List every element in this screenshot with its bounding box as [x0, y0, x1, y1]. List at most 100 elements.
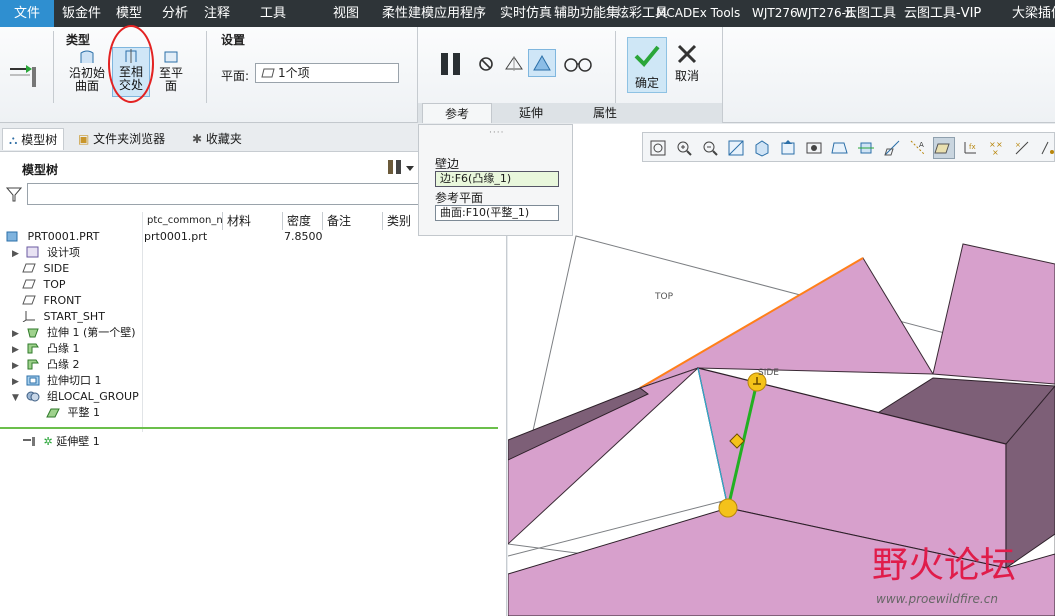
graphics-area[interactable]: TOP SIDE 野火论坛 www.proewildfire.cn [508, 124, 1055, 616]
wall-edge-collector[interactable]: 边:F6(凸缘_1) [435, 171, 559, 187]
tab-properties[interactable]: 属性 [570, 103, 640, 123]
tree-item-label: 延伸壁 1 [56, 435, 100, 448]
datum-plane-icon [22, 295, 36, 305]
close-icon [677, 44, 697, 64]
twisty-icon[interactable]: ▶ [12, 374, 22, 390]
tab-folder-browser[interactable]: ▣ 文件夹浏览器 [78, 128, 165, 150]
menu-beam-plugin[interactable]: 大梁插件 [1012, 0, 1055, 27]
svg-text:fx: fx [969, 143, 976, 151]
plane-reference-value: 1个项 [278, 66, 310, 80]
geometry-preview-icon[interactable] [503, 53, 525, 75]
feature-preview-toggle[interactable] [528, 49, 556, 77]
menu-view[interactable]: 视图 [333, 0, 359, 27]
twisty-icon[interactable]: ▶ [12, 342, 22, 358]
tree-item-label: 拉伸 1 (第一个壁) [47, 326, 136, 339]
display-style-icon[interactable] [753, 139, 771, 157]
more-tools-icon[interactable] [1039, 139, 1055, 157]
no-preview-icon[interactable] [477, 55, 495, 73]
insert-here-line [0, 427, 498, 429]
tree-item-flange-1[interactable]: ▶ 凸缘 1 [12, 341, 80, 357]
view-manager-icon[interactable] [805, 139, 823, 157]
model-view [508, 235, 1055, 616]
menu-tools[interactable]: 工具 [260, 0, 286, 27]
extend-to-plane-button[interactable]: 至平 面 [156, 49, 186, 93]
extend-to-initial-surface-button[interactable]: 沿初始 曲面 [66, 49, 108, 93]
annotation-display-icon[interactable] [857, 139, 875, 157]
tree-item-part-label: PRT0001.PRT [27, 230, 100, 243]
menu-aux-functions[interactable]: 辅助功能集 [554, 0, 619, 27]
verify-glasses-icon[interactable] [563, 55, 593, 73]
tab-folder-browser-label: 文件夹浏览器 [93, 132, 166, 146]
perspective-icon[interactable] [831, 139, 849, 157]
drag-handle[interactable]: ···· [489, 128, 504, 138]
column-notes[interactable]: 备注 [323, 212, 383, 230]
plane-display-icon[interactable] [883, 139, 901, 157]
reference-plane-collector[interactable]: 曲面:F10(平整_1) [435, 205, 559, 221]
menu-sheetmetal[interactable]: 钣金件 [62, 0, 101, 27]
menu-flexible-modeling[interactable]: 柔性建模 [382, 0, 434, 27]
tree-settings-icon[interactable] [386, 158, 416, 178]
tree-item-flange-2[interactable]: ▶ 凸缘 2 [12, 357, 80, 373]
tree-item-extrude-1[interactable]: ▶ 拉伸 1 (第一个壁) [12, 325, 136, 341]
plane-reference-field[interactable]: 1个项 [255, 63, 399, 83]
twisty-icon[interactable]: ▼ [12, 390, 22, 406]
ok-button[interactable]: 确定 [627, 37, 667, 93]
datum-display-icon[interactable]: × [1013, 139, 1031, 157]
menu-model[interactable]: 模型 [116, 0, 142, 27]
wall-edge-label: 壁边 [435, 157, 460, 171]
tree-item-flatten-1[interactable]: 平整 1 [46, 405, 100, 421]
spin-center-icon[interactable]: × ×× [987, 139, 1005, 157]
filter-icon[interactable] [6, 186, 22, 202]
tree-item-start-sht[interactable]: START_SHT [22, 309, 105, 325]
axis-display-icon[interactable]: A [909, 139, 927, 157]
twisty-icon[interactable]: ▶ [12, 246, 22, 262]
tab-references[interactable]: 参考 [422, 103, 492, 123]
datum-plane-icon [22, 263, 36, 273]
tree-item-top[interactable]: TOP [22, 277, 66, 293]
svg-text:A: A [919, 141, 924, 149]
menu-file[interactable]: 文件 [0, 0, 55, 27]
repaint-icon[interactable] [727, 139, 745, 157]
menu-applications[interactable]: 应用程序 [434, 0, 486, 27]
tree-item-front[interactable]: FRONT [22, 293, 81, 309]
menu-mcadex[interactable]: MCADEx Tools [656, 0, 740, 27]
design-items-icon [26, 246, 38, 258]
column-material[interactable]: 材料 [223, 212, 283, 230]
tab-extension[interactable]: 延伸 [494, 103, 568, 123]
menu-bar: 文件 钣金件 模型 分析 注释 工具 视图 柔性建模 应用程序 实时仿真 辅助功… [0, 0, 1055, 27]
tree-item-part[interactable]: PRT0001.PRT [6, 229, 99, 245]
tree-item-side[interactable]: SIDE [22, 261, 69, 277]
menu-annotate[interactable]: 注释 [204, 0, 230, 27]
saved-orientations-icon[interactable] [779, 139, 797, 157]
extrude-cut-icon [26, 375, 39, 386]
menu-wjt276[interactable]: WJT276 [752, 0, 798, 27]
menu-simulation[interactable]: 实时仿真 [500, 0, 552, 27]
watermark-title: 野火论坛 [872, 545, 1017, 586]
twisty-icon[interactable]: ▶ [12, 358, 22, 374]
zoom-in-icon[interactable] [675, 139, 693, 157]
point-display-toggle[interactable] [933, 137, 955, 159]
tree-item-extrude-cut-1[interactable]: ▶ 拉伸切口 1 [12, 373, 102, 389]
tree-item-local-group[interactable]: ▼ 组LOCAL_GROUP [12, 389, 139, 405]
column-category[interactable]: 类别 [383, 212, 419, 230]
datum-label-side: SIDE [758, 368, 779, 378]
menu-cloud-tools[interactable]: 云图工具 [844, 0, 896, 27]
csys-display-icon[interactable]: fx [961, 139, 979, 157]
tree-item-design-items[interactable]: ▶ 设计项 [12, 245, 80, 261]
tab-favorites[interactable]: ✱ 收藏夹 [192, 128, 242, 150]
menu-cloud-tools-vip[interactable]: 云图工具-VIP [904, 0, 981, 27]
menu-analysis[interactable]: 分析 [162, 0, 188, 27]
column-density[interactable]: 密度 [283, 212, 323, 230]
tab-model-tree[interactable]: ⛬ 模型树 [2, 128, 65, 150]
column-ptc-common-name[interactable]: ptc_common_n [143, 212, 223, 230]
cancel-button[interactable]: 取消 [672, 41, 702, 91]
ribbon-separator [615, 31, 616, 103]
tree-item-label: 凸缘 2 [47, 358, 80, 371]
ribbon: 类型 沿初始 曲面 至相 交处 至平 面 设置 平面: 1个项 确定 取消 参考… [0, 25, 1055, 123]
refit-icon[interactable] [649, 139, 667, 157]
twisty-icon[interactable]: ▶ [12, 326, 22, 342]
tree-item-extend-wall-1[interactable]: ✲ 延伸壁 1 [22, 434, 100, 450]
zoom-out-icon[interactable] [701, 139, 719, 157]
pause-icon[interactable] [438, 51, 464, 77]
tree-item-label: FRONT [43, 294, 82, 307]
